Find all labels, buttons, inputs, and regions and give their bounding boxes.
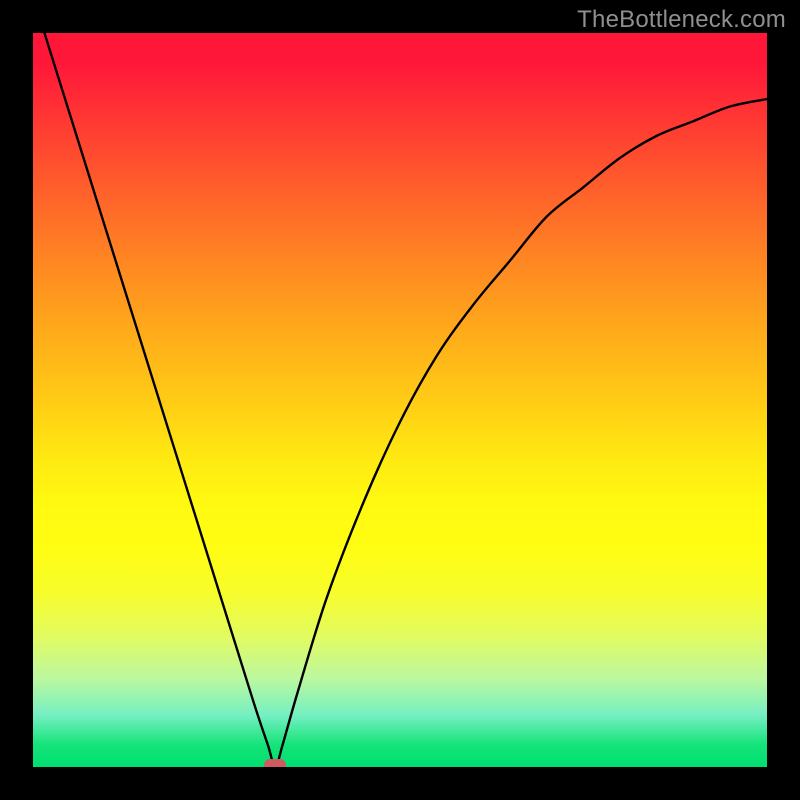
bottleneck-curve [33,33,767,767]
watermark-text: TheBottleneck.com [577,6,786,34]
curve-layer [33,33,767,767]
chart-frame: TheBottleneck.com [0,0,800,800]
plot-area [33,33,767,767]
optimal-marker [264,759,286,767]
